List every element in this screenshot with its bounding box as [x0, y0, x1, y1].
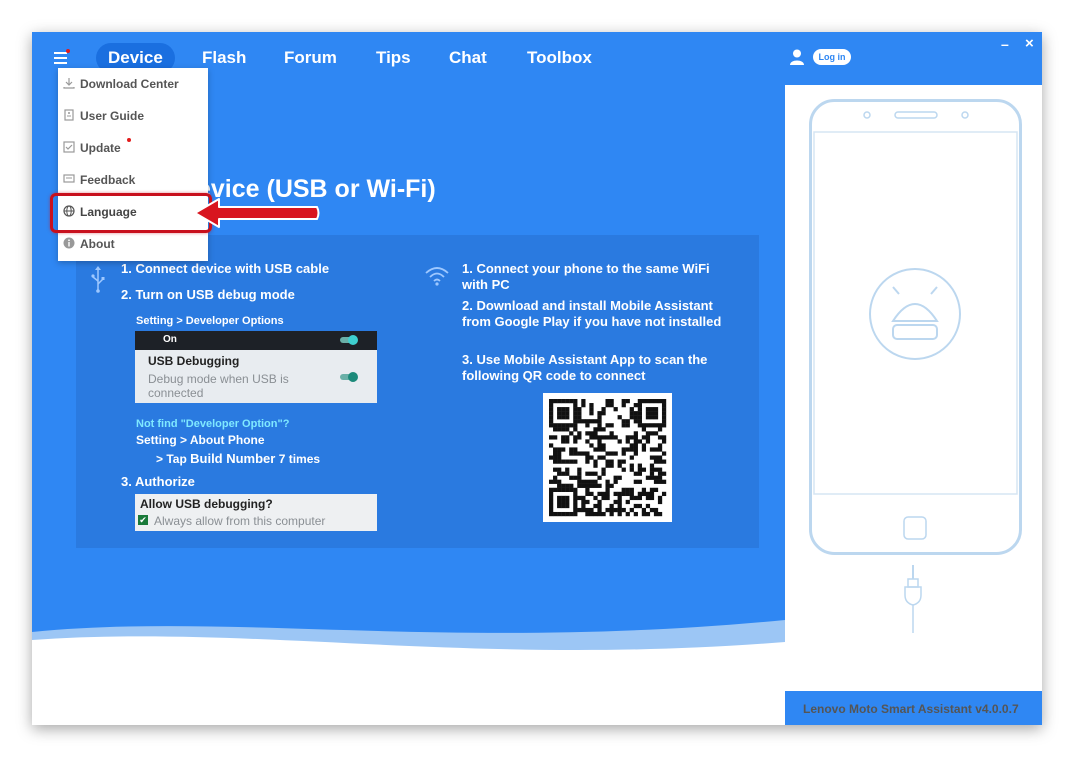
menu-item-feedback[interactable]: Feedback	[58, 164, 208, 196]
menu-item-download-center[interactable]: Download Center	[58, 68, 208, 100]
toggle-debug-icon	[340, 372, 358, 382]
user-icon[interactable]	[790, 49, 804, 65]
tab-chat[interactable]: Chat	[437, 43, 499, 73]
tap-build-number: > Tap Build Number 7 times	[156, 451, 320, 467]
menu-item-label: About	[80, 237, 115, 251]
usb-icon	[91, 266, 105, 293]
menu-item-update[interactable]: Update	[58, 132, 208, 164]
toggle-on-icon	[340, 335, 358, 345]
developer-options-path: Setting > Developer Options	[136, 315, 284, 327]
qr-code	[543, 393, 672, 522]
usb-debugging-title: USB Debugging	[148, 354, 240, 368]
red-arrow-icon	[194, 198, 320, 228]
notification-dot	[66, 49, 70, 53]
language-highlight-box	[50, 193, 212, 233]
tap-target: Build Number	[190, 451, 276, 466]
menu-item-label: User Guide	[80, 109, 145, 123]
close-button[interactable]: ×	[1025, 35, 1034, 52]
usb-debugging-card: On USB Debugging Debug mode when USB is …	[135, 331, 377, 403]
wifi-step-2: 2. Download and install Mobile Assistant…	[462, 298, 722, 329]
on-bar: On	[135, 331, 377, 350]
about-phone-path: Setting > About Phone	[136, 433, 265, 447]
wave-decoration	[32, 620, 785, 725]
qr-code-graphic	[549, 399, 667, 517]
wifi-icon	[425, 267, 449, 286]
allow-usb-title: Allow USB debugging?	[140, 497, 273, 511]
menu-item-label: Update	[80, 141, 121, 155]
feedback-icon	[63, 174, 75, 183]
menu-item-label: Download Center	[80, 77, 179, 91]
wifi-step-3: 3. Use Mobile Assistant App to scan the …	[462, 352, 708, 383]
always-allow-desc: Always allow from this computer	[154, 514, 326, 528]
usb-cable-icon	[904, 565, 922, 633]
tab-tips[interactable]: Tips	[364, 43, 423, 73]
menu-item-user-guide[interactable]: User Guide	[58, 100, 208, 132]
usb-step-1: 1. Connect device with USB cable	[121, 261, 330, 276]
tab-forum[interactable]: Forum	[272, 43, 349, 73]
not-find-developer-option: Not find "Developer Option"?	[136, 418, 290, 430]
tap-suffix: 7 times	[275, 452, 321, 466]
login-button[interactable]: Log in	[813, 49, 851, 65]
allow-usb-debugging-card: Allow USB debugging? ✔ Always allow from…	[135, 494, 377, 531]
phone-illustration	[809, 99, 1022, 555]
usb-step-2: 2. Turn on USB debug mode	[121, 287, 295, 302]
info-icon	[63, 237, 75, 249]
guide-icon	[64, 109, 74, 121]
hamburger-menu-icon[interactable]	[54, 49, 70, 64]
on-label: On	[163, 334, 177, 345]
device-preview-pane	[785, 85, 1042, 691]
usb-step-3: 3. Authorize	[121, 474, 195, 489]
update-icon	[63, 141, 75, 153]
update-badge	[127, 138, 131, 142]
tap-prefix: > Tap	[156, 452, 191, 466]
instructions-panel: 1. Connect device with USB cable 2. Turn…	[76, 235, 759, 548]
menu-item-label: Feedback	[80, 173, 136, 187]
version-label: Lenovo Moto Smart Assistant v4.0.0.7	[803, 702, 1019, 716]
checkbox-checked-icon: ✔	[138, 515, 148, 525]
wifi-step-1: 1. Connect your phone to the same WiFi w…	[462, 261, 710, 292]
download-icon	[63, 78, 75, 89]
tab-toolbox[interactable]: Toolbox	[515, 43, 604, 73]
usb-debugging-desc: Debug mode when USB is connected	[148, 372, 289, 400]
minimize-button[interactable]: –	[1001, 36, 1009, 52]
